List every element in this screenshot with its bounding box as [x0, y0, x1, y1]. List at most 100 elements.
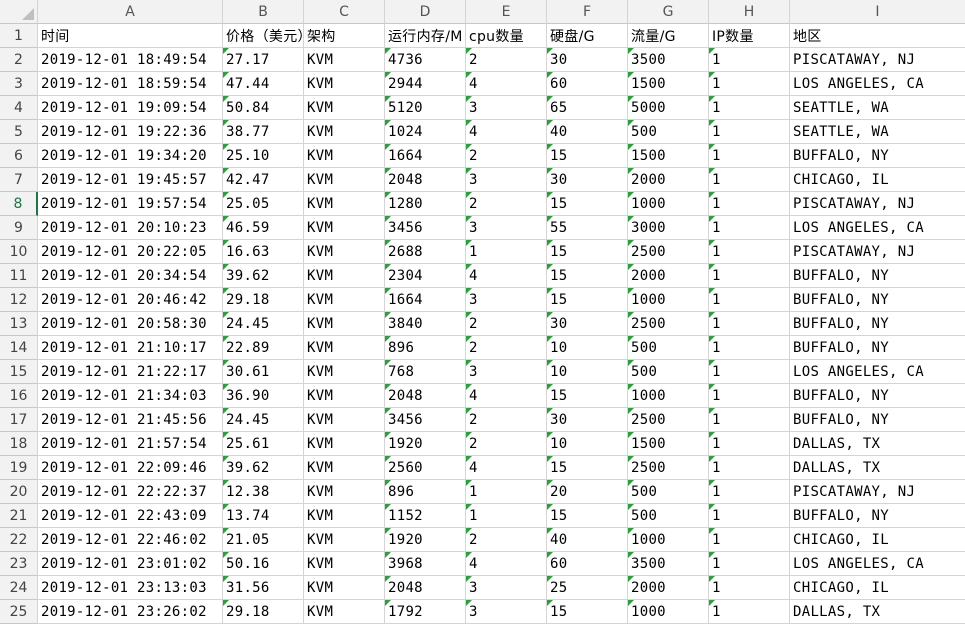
- cell-b10[interactable]: 16.63: [223, 240, 304, 264]
- cell-h18[interactable]: 1: [709, 432, 790, 456]
- cell-b22[interactable]: 21.05: [223, 528, 304, 552]
- row-header-22[interactable]: 22: [0, 528, 38, 552]
- column-header-h[interactable]: H: [709, 0, 790, 24]
- cell-a19[interactable]: 2019-12-01 22:09:46: [38, 456, 223, 480]
- header-cell-d[interactable]: 运行内存/M: [385, 24, 466, 48]
- cell-a14[interactable]: 2019-12-01 21:10:17: [38, 336, 223, 360]
- cell-a10[interactable]: 2019-12-01 20:22:05: [38, 240, 223, 264]
- row-header-18[interactable]: 18: [0, 432, 38, 456]
- header-cell-b[interactable]: 价格（美元）: [223, 24, 304, 48]
- cell-i4[interactable]: SEATTLE, WA: [790, 96, 965, 120]
- cell-a8[interactable]: 2019-12-01 19:57:54: [38, 192, 223, 216]
- row-header-13[interactable]: 13: [0, 312, 38, 336]
- cell-e11[interactable]: 4: [466, 264, 547, 288]
- cell-c24[interactable]: KVM: [304, 576, 385, 600]
- row-header-25[interactable]: 25: [0, 600, 38, 624]
- cell-h23[interactable]: 1: [709, 552, 790, 576]
- cell-c19[interactable]: KVM: [304, 456, 385, 480]
- cell-g10[interactable]: 2500: [628, 240, 709, 264]
- cell-b20[interactable]: 12.38: [223, 480, 304, 504]
- cell-e6[interactable]: 2: [466, 144, 547, 168]
- cell-c18[interactable]: KVM: [304, 432, 385, 456]
- row-header-4[interactable]: 4: [0, 96, 38, 120]
- select-all-corner[interactable]: [0, 0, 38, 24]
- row-header-24[interactable]: 24: [0, 576, 38, 600]
- row-header-23[interactable]: 23: [0, 552, 38, 576]
- cell-b25[interactable]: 29.18: [223, 600, 304, 624]
- row-header-15[interactable]: 15: [0, 360, 38, 384]
- cell-h25[interactable]: 1: [709, 600, 790, 624]
- cell-d8[interactable]: 1280: [385, 192, 466, 216]
- cell-g19[interactable]: 2500: [628, 456, 709, 480]
- cell-e24[interactable]: 3: [466, 576, 547, 600]
- cell-e21[interactable]: 1: [466, 504, 547, 528]
- header-cell-g[interactable]: 流量/G: [628, 24, 709, 48]
- row-header-5[interactable]: 5: [0, 120, 38, 144]
- cell-d9[interactable]: 3456: [385, 216, 466, 240]
- cell-h17[interactable]: 1: [709, 408, 790, 432]
- row-header-16[interactable]: 16: [0, 384, 38, 408]
- cell-g12[interactable]: 1000: [628, 288, 709, 312]
- cell-g8[interactable]: 1000: [628, 192, 709, 216]
- cell-d24[interactable]: 2048: [385, 576, 466, 600]
- cell-g9[interactable]: 3000: [628, 216, 709, 240]
- cell-b24[interactable]: 31.56: [223, 576, 304, 600]
- cell-f12[interactable]: 15: [547, 288, 628, 312]
- cell-b2[interactable]: 27.17: [223, 48, 304, 72]
- cell-b13[interactable]: 24.45: [223, 312, 304, 336]
- row-header-8[interactable]: 8: [0, 192, 38, 216]
- cell-h20[interactable]: 1: [709, 480, 790, 504]
- cell-c23[interactable]: KVM: [304, 552, 385, 576]
- cell-f21[interactable]: 15: [547, 504, 628, 528]
- cell-f8[interactable]: 15: [547, 192, 628, 216]
- cell-a13[interactable]: 2019-12-01 20:58:30: [38, 312, 223, 336]
- cell-i13[interactable]: BUFFALO, NY: [790, 312, 965, 336]
- cell-c4[interactable]: KVM: [304, 96, 385, 120]
- cell-c2[interactable]: KVM: [304, 48, 385, 72]
- header-cell-e[interactable]: cpu数量: [466, 24, 547, 48]
- column-header-b[interactable]: B: [223, 0, 304, 24]
- row-header-17[interactable]: 17: [0, 408, 38, 432]
- cell-d23[interactable]: 3968: [385, 552, 466, 576]
- cell-e13[interactable]: 2: [466, 312, 547, 336]
- cell-e3[interactable]: 4: [466, 72, 547, 96]
- cell-e17[interactable]: 2: [466, 408, 547, 432]
- cell-d16[interactable]: 2048: [385, 384, 466, 408]
- header-cell-i[interactable]: 地区: [790, 24, 965, 48]
- cell-e23[interactable]: 4: [466, 552, 547, 576]
- cell-f23[interactable]: 60: [547, 552, 628, 576]
- cell-a25[interactable]: 2019-12-01 23:26:02: [38, 600, 223, 624]
- cell-i9[interactable]: LOS ANGELES, CA: [790, 216, 965, 240]
- cell-h16[interactable]: 1: [709, 384, 790, 408]
- column-header-a[interactable]: A: [38, 0, 223, 24]
- cell-c14[interactable]: KVM: [304, 336, 385, 360]
- cell-e8[interactable]: 2: [466, 192, 547, 216]
- cell-f15[interactable]: 10: [547, 360, 628, 384]
- cell-a21[interactable]: 2019-12-01 22:43:09: [38, 504, 223, 528]
- cell-e12[interactable]: 3: [466, 288, 547, 312]
- cell-f24[interactable]: 25: [547, 576, 628, 600]
- cell-c13[interactable]: KVM: [304, 312, 385, 336]
- cell-d5[interactable]: 1024: [385, 120, 466, 144]
- cell-c20[interactable]: KVM: [304, 480, 385, 504]
- column-header-g[interactable]: G: [628, 0, 709, 24]
- cell-a24[interactable]: 2019-12-01 23:13:03: [38, 576, 223, 600]
- cell-c25[interactable]: KVM: [304, 600, 385, 624]
- column-header-d[interactable]: D: [385, 0, 466, 24]
- cell-d13[interactable]: 3840: [385, 312, 466, 336]
- cell-d25[interactable]: 1792: [385, 600, 466, 624]
- cell-h13[interactable]: 1: [709, 312, 790, 336]
- cell-i11[interactable]: BUFFALO, NY: [790, 264, 965, 288]
- cell-a17[interactable]: 2019-12-01 21:45:56: [38, 408, 223, 432]
- cell-g13[interactable]: 2500: [628, 312, 709, 336]
- cell-g17[interactable]: 2500: [628, 408, 709, 432]
- cell-d20[interactable]: 896: [385, 480, 466, 504]
- cell-c8[interactable]: KVM: [304, 192, 385, 216]
- cell-i17[interactable]: BUFFALO, NY: [790, 408, 965, 432]
- cell-f18[interactable]: 10: [547, 432, 628, 456]
- cell-i24[interactable]: CHICAGO, IL: [790, 576, 965, 600]
- cell-c21[interactable]: KVM: [304, 504, 385, 528]
- cell-e15[interactable]: 3: [466, 360, 547, 384]
- cell-g21[interactable]: 500: [628, 504, 709, 528]
- cell-f11[interactable]: 15: [547, 264, 628, 288]
